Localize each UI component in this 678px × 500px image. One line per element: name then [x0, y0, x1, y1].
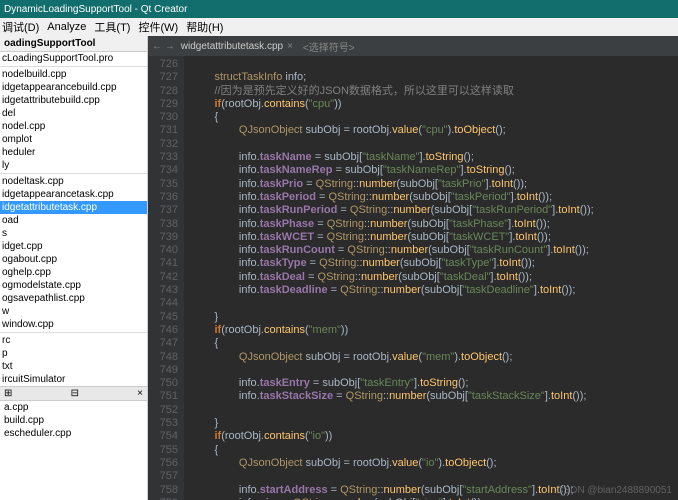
menu-item[interactable]: 工具(T)	[94, 19, 130, 35]
menu-item[interactable]: Analyze	[47, 21, 86, 33]
editor-pane: ← → widgetattributetask.cpp × <选择符号> 726…	[148, 36, 678, 500]
tree-item[interactable]: nodeltask.cpp	[0, 175, 147, 188]
current-file[interactable]: widgetattributetask.cpp	[181, 41, 283, 52]
menu-item[interactable]: 控件(W)	[138, 19, 178, 35]
tree-item[interactable]: p	[0, 347, 147, 360]
project-header: oadingSupportTool	[0, 36, 147, 52]
tree-item[interactable]: del	[0, 107, 147, 120]
symbol-dropdown[interactable]: <选择符号>	[303, 39, 355, 54]
tree-item[interactable]: rc	[0, 334, 147, 347]
tree-item[interactable]: idget.cpp	[0, 240, 147, 253]
close-icon[interactable]: ×	[287, 41, 293, 52]
watermark: CSDN @bian2488890051	[556, 485, 672, 496]
open-docs-header: ⊞ ⊟ ×	[0, 386, 147, 401]
tree-item[interactable]: s	[0, 227, 147, 240]
title-bar: DynamicLoadingSupportTool - Qt Creator	[0, 0, 678, 18]
tree-item[interactable]: idgetappearancetask.cpp	[0, 188, 147, 201]
tree-item[interactable]: ogsavepathlist.cpp	[0, 292, 147, 305]
tree-item[interactable]: idgetattributetask.cpp	[0, 201, 147, 214]
menu-item[interactable]: 帮助(H)	[186, 19, 223, 35]
tree-item[interactable]: oghelp.cpp	[0, 266, 147, 279]
tree-item[interactable]: ogabout.cpp	[0, 253, 147, 266]
code-text[interactable]: structTaskInfo info; //因为是预先定义好的JSON数据格式…	[184, 56, 678, 500]
panel-button[interactable]: ×	[137, 388, 143, 399]
project-tree[interactable]: cLoadingSupportTool.pronodelbuild.cppidg…	[0, 52, 147, 386]
side-panel: oadingSupportTool cLoadingSupportTool.pr…	[0, 36, 148, 500]
code-area[interactable]: 7267277287297307317327337347357367377387…	[148, 56, 678, 500]
open-doc-item[interactable]: a.cpp	[0, 401, 147, 414]
nav-arrows[interactable]: ← →	[152, 41, 175, 52]
line-gutter: 7267277287297307317327337347357367377387…	[148, 56, 184, 500]
menu-item[interactable]: 调试(D)	[2, 19, 39, 35]
tree-item[interactable]: idgetattributebuild.cpp	[0, 94, 147, 107]
tree-item[interactable]: window.cpp	[0, 318, 147, 331]
tree-item[interactable]: nodel.cpp	[0, 120, 147, 133]
project-file[interactable]: cLoadingSupportTool.pro	[0, 52, 147, 65]
open-doc-item[interactable]: build.cpp	[0, 414, 147, 427]
tree-item[interactable]: ly	[0, 159, 147, 172]
tree-item[interactable]: omplot	[0, 133, 147, 146]
tree-item[interactable]: ogmodelstate.cpp	[0, 279, 147, 292]
tree-item[interactable]: idgetappearancebuild.cpp	[0, 81, 147, 94]
tree-item[interactable]: heduler	[0, 146, 147, 159]
tree-item[interactable]: nodelbuild.cpp	[0, 68, 147, 81]
panel-button[interactable]: ⊞	[4, 388, 12, 399]
main-area: oadingSupportTool cLoadingSupportTool.pr…	[0, 36, 678, 500]
menu-bar: 调试(D) Analyze 工具(T) 控件(W) 帮助(H)	[0, 18, 678, 36]
editor-tab-bar: ← → widgetattributetask.cpp × <选择符号>	[148, 36, 678, 56]
panel-button[interactable]: ⊟	[71, 388, 79, 399]
window-title: DynamicLoadingSupportTool - Qt Creator	[4, 4, 187, 15]
tree-item[interactable]: txt	[0, 360, 147, 373]
open-doc-item[interactable]: escheduler.cpp	[0, 427, 147, 440]
tree-item[interactable]: oad	[0, 214, 147, 227]
tree-item[interactable]: ircuitSimulator	[0, 373, 147, 386]
open-docs-list[interactable]: a.cppbuild.cppescheduler.cpp	[0, 401, 147, 440]
tree-item[interactable]: w	[0, 305, 147, 318]
